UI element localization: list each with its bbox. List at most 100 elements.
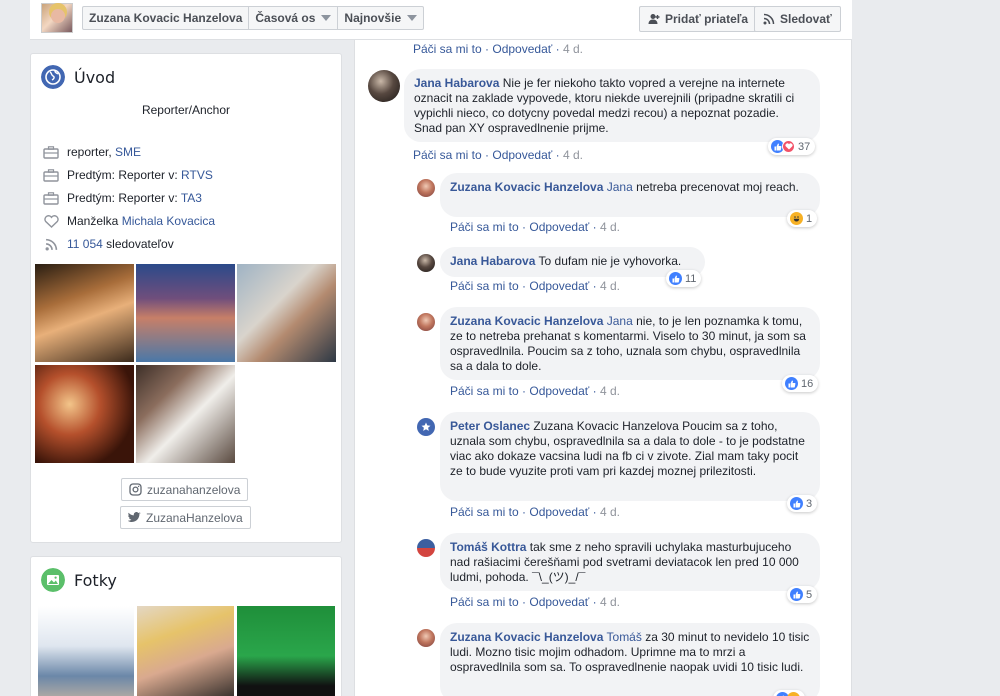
instagram-icon <box>129 483 142 496</box>
reaction-summary[interactable]: 16 <box>782 375 819 392</box>
commenter-avatar[interactable] <box>417 418 435 436</box>
like-link[interactable]: Páči sa mi to <box>450 279 519 293</box>
instagram-link[interactable]: zuzanahanzelova <box>121 478 249 501</box>
like-reaction-icon <box>790 497 803 510</box>
comment-bubble: Zuzana Kovacic Hanzelova Jana netreba pr… <box>440 173 820 217</box>
reaction-summary[interactable] <box>773 690 805 696</box>
commenter-avatar[interactable] <box>417 629 435 647</box>
reply-link[interactable]: Odpovedať <box>492 42 552 56</box>
mention-link[interactable]: Jana <box>607 314 633 328</box>
intro-bio: Reporter/Anchor <box>141 103 231 117</box>
follow-button[interactable]: Sledovať <box>754 6 841 32</box>
comment-time[interactable]: 4 d. <box>600 384 620 398</box>
profile-topbar: Zuzana Kovacic Hanzelova Časová os Najno… <box>30 0 852 40</box>
photo-thumbnail[interactable] <box>237 606 335 696</box>
commenter-avatar[interactable] <box>417 179 435 197</box>
work-link-rtvs[interactable]: RTVS <box>181 168 213 182</box>
comment-author[interactable]: Zuzana Kovacic Hanzelova <box>450 314 603 328</box>
reply-link[interactable]: Odpovedať <box>529 595 589 609</box>
commenter-avatar[interactable] <box>417 313 435 331</box>
comment-time[interactable]: 4 d. <box>600 595 620 609</box>
work-link-sme[interactable]: SME <box>115 145 141 159</box>
reaction-summary[interactable]: 37 <box>768 138 816 155</box>
profile-name-link[interactable]: Zuzana Kovacic Hanzelova <box>83 7 250 29</box>
commenter-avatar[interactable] <box>368 70 400 102</box>
intro-title: Úvod <box>74 67 116 87</box>
rss-icon <box>763 13 775 25</box>
reply-link[interactable]: Odpovedať <box>529 505 589 519</box>
add-friend-button[interactable]: Pridať priateľa <box>639 6 758 32</box>
reply-link[interactable]: Odpovedať <box>492 148 552 162</box>
comment-author[interactable]: Jana Habarova <box>450 254 535 268</box>
profile-avatar[interactable] <box>41 3 73 33</box>
comment-author[interactable]: Peter Oslanec <box>450 419 530 433</box>
like-link[interactable]: Páči sa mi to <box>450 220 519 234</box>
reaction-count: 37 <box>798 140 811 153</box>
comment-actions: Páči sa mi to · Odpovedať · 4 d. <box>450 595 620 609</box>
timeline-dropdown[interactable]: Časová os <box>249 7 339 29</box>
featured-photo[interactable] <box>136 365 235 463</box>
comments-thread: Páči sa mi to · Odpovedať · 4 d. Jana Ha… <box>354 40 852 696</box>
reaction-count: 11 <box>685 272 697 285</box>
comment-time[interactable]: 4 d. <box>600 279 620 293</box>
followers-count-link[interactable]: 11 054 <box>67 237 103 251</box>
mention-link[interactable]: Tomáš <box>607 630 642 644</box>
photos-header[interactable]: Fotky <box>41 568 117 592</box>
intro-item-prev-work: Predtým: Reporter v: TA3 <box>43 189 202 207</box>
comment-time[interactable]: 4 d. <box>563 42 583 56</box>
chevron-down-icon <box>321 15 332 21</box>
comment-bubble: Zuzana Kovacic Hanzelova Jana nie, to je… <box>440 307 820 380</box>
work-link-ta3[interactable]: TA3 <box>181 191 202 205</box>
like-reaction-icon <box>790 588 803 601</box>
haha-reaction-icon <box>790 212 803 225</box>
comment-time[interactable]: 4 d. <box>600 220 620 234</box>
comment-author[interactable]: Zuzana Kovacic Hanzelova <box>450 180 603 194</box>
comment-author[interactable]: Tomáš Kottra <box>450 540 526 554</box>
comment-bubble: Jana Habarova Nie je fer niekoho takto v… <box>404 69 820 142</box>
globe-icon <box>41 65 65 89</box>
twitter-link[interactable]: ZuzanaHanzelova <box>120 506 251 529</box>
photo-icon <box>41 568 65 592</box>
reaction-summary[interactable]: 5 <box>787 586 818 603</box>
comment-time[interactable]: 4 d. <box>563 148 583 162</box>
like-link[interactable]: Páči sa mi to <box>413 42 482 56</box>
intro-item-relationship: Manželka Michala Kovacica <box>43 212 215 230</box>
like-link[interactable]: Páči sa mi to <box>450 505 519 519</box>
commenter-avatar[interactable] <box>417 254 435 272</box>
haha-reaction-icon <box>787 692 800 696</box>
featured-photo[interactable] <box>136 264 235 362</box>
photo-thumbnail[interactable] <box>38 606 134 696</box>
reaction-count: 3 <box>806 497 813 510</box>
commenter-avatar[interactable] <box>417 539 435 557</box>
comment-bubble: Peter Oslanec Zuzana Kovacic Hanzelova P… <box>440 412 820 501</box>
like-link[interactable]: Páči sa mi to <box>450 384 519 398</box>
like-link[interactable]: Páči sa mi to <box>450 595 519 609</box>
intro-header: Úvod <box>41 65 115 89</box>
comment-author[interactable]: Zuzana Kovacic Hanzelova <box>450 630 603 644</box>
reaction-count: 1 <box>806 212 813 225</box>
reaction-summary[interactable]: 3 <box>787 495 818 512</box>
like-reaction-icon <box>669 272 682 285</box>
reaction-summary[interactable]: 1 <box>787 210 818 227</box>
twitter-icon <box>128 512 141 522</box>
comment-actions: Páči sa mi to · Odpovedať · 4 d. <box>450 384 620 398</box>
sort-dropdown[interactable]: Najnovšie <box>338 7 423 29</box>
reaction-summary[interactable]: 11 <box>666 270 702 287</box>
featured-photo[interactable] <box>237 264 336 362</box>
mention-link[interactable]: Jana <box>607 180 633 194</box>
spouse-link[interactable]: Michala Kovacica <box>122 214 215 228</box>
comment-actions: Páči sa mi to · Odpovedať · 4 d. <box>413 42 583 56</box>
reply-link[interactable]: Odpovedať <box>529 220 589 234</box>
like-link[interactable]: Páči sa mi to <box>413 148 482 162</box>
reply-link[interactable]: Odpovedať <box>529 279 589 293</box>
comment-author[interactable]: Jana Habarova <box>414 76 499 90</box>
featured-photo[interactable] <box>35 264 134 362</box>
reply-link[interactable]: Odpovedať <box>529 384 589 398</box>
breadcrumb: Zuzana Kovacic Hanzelova Časová os Najno… <box>82 6 425 30</box>
comment-actions: Páči sa mi to · Odpovedať · 4 d. <box>413 148 583 162</box>
comment-actions: Páči sa mi to · Odpovedať · 4 d. <box>450 505 620 519</box>
comment-time[interactable]: 4 d. <box>600 505 620 519</box>
photo-thumbnail[interactable] <box>137 606 234 696</box>
briefcase-icon <box>43 145 59 159</box>
featured-photo[interactable] <box>35 365 134 463</box>
